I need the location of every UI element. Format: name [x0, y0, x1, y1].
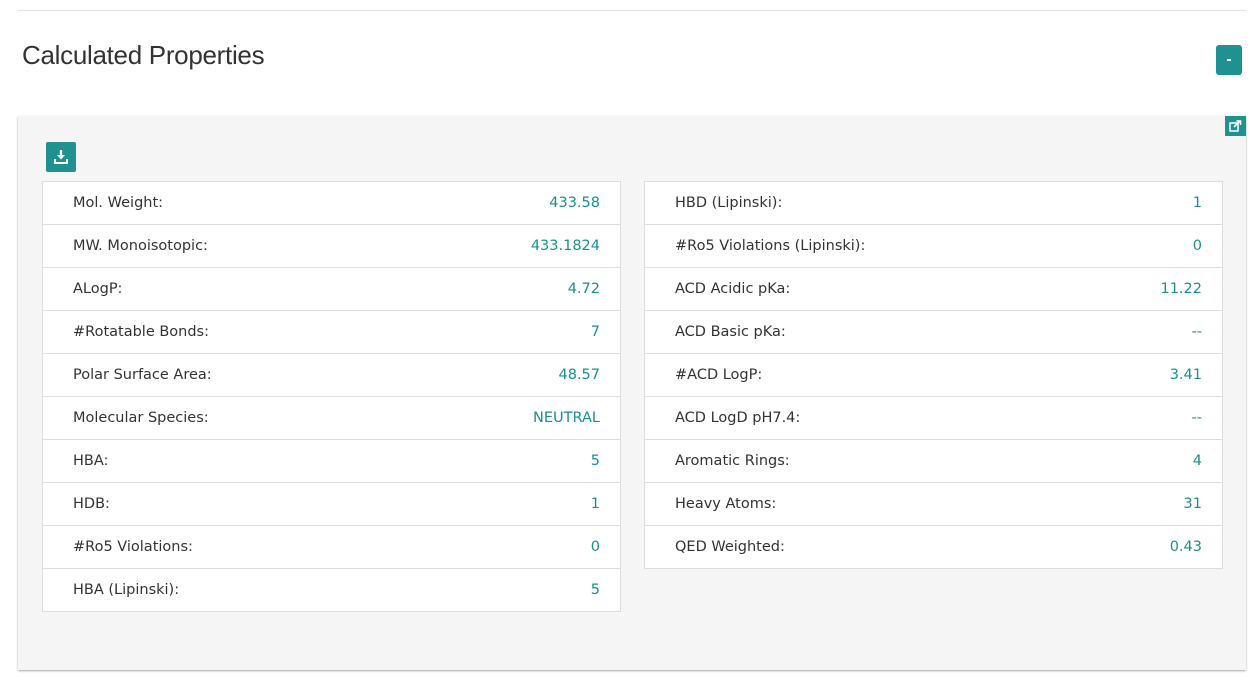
- property-label: HDB:: [73, 496, 110, 512]
- table-row: #Ro5 Violations: 0: [43, 525, 620, 568]
- property-value: 1: [590, 496, 600, 512]
- property-value: 48.57: [558, 367, 600, 383]
- property-label: Aromatic Rings:: [675, 453, 790, 469]
- property-value: 0: [590, 539, 600, 555]
- property-value: 3.41: [1169, 367, 1202, 383]
- download-button[interactable]: [46, 142, 76, 172]
- property-value: 433.58: [549, 195, 600, 211]
- table-row: #Rotatable Bonds: 7: [43, 310, 620, 353]
- property-label: #Ro5 Violations (Lipinski):: [675, 238, 866, 254]
- property-value: 4: [1192, 453, 1202, 469]
- share-icon: [1229, 120, 1242, 132]
- property-label: ACD Acidic pKa:: [675, 281, 791, 297]
- table-row: QED Weighted: 0.43: [645, 525, 1222, 568]
- table-row: Mol. Weight: 433.58: [43, 182, 620, 224]
- top-divider: [18, 10, 1246, 11]
- table-row: HDB: 1: [43, 482, 620, 525]
- property-label: #Rotatable Bonds:: [73, 324, 210, 340]
- property-value: 433.1824: [530, 238, 600, 254]
- table-row: Heavy Atoms: 31: [645, 482, 1222, 525]
- property-label: Mol. Weight:: [73, 195, 164, 211]
- property-label: ACD LogD pH7.4:: [675, 410, 801, 426]
- table-row: ACD Basic pKa: --: [645, 310, 1222, 353]
- table-row: #ACD LogP: 3.41: [645, 353, 1222, 396]
- property-value: 1: [1192, 195, 1202, 211]
- table-row: HBA (Lipinski): 5: [43, 568, 620, 611]
- property-value: 4.72: [567, 281, 600, 297]
- property-label: QED Weighted:: [675, 539, 785, 555]
- table-row: ACD Acidic pKa: 11.22: [645, 267, 1222, 310]
- property-value: 31: [1183, 496, 1202, 512]
- property-value: --: [1191, 324, 1202, 340]
- table-row: Aromatic Rings: 4: [645, 439, 1222, 482]
- left-properties-table: Mol. Weight: 433.58 MW. Monoisotopic: 43…: [42, 181, 621, 612]
- table-row: HBA: 5: [43, 439, 620, 482]
- collapse-button[interactable]: -: [1216, 45, 1242, 75]
- download-icon: [54, 150, 68, 164]
- property-value: 11.22: [1160, 281, 1202, 297]
- share-button[interactable]: [1225, 116, 1246, 136]
- table-row: Molecular Species: NEUTRAL: [43, 396, 620, 439]
- table-row: ALogP: 4.72: [43, 267, 620, 310]
- properties-panel: Mol. Weight: 433.58 MW. Monoisotopic: 43…: [18, 116, 1246, 670]
- section-title: Calculated Properties: [22, 40, 265, 70]
- property-value: 5: [590, 453, 600, 469]
- property-value: 0: [1192, 238, 1202, 254]
- property-label: #Ro5 Violations:: [73, 539, 193, 555]
- property-label: MW. Monoisotopic:: [73, 238, 208, 254]
- property-value: 5: [590, 582, 600, 598]
- property-label: HBA:: [73, 453, 109, 469]
- table-row: HBD (Lipinski): 1: [645, 182, 1222, 224]
- property-label: Heavy Atoms:: [675, 496, 777, 512]
- property-value: 7: [590, 324, 600, 340]
- property-label: #ACD LogP:: [675, 367, 763, 383]
- property-label: Polar Surface Area:: [73, 367, 212, 383]
- property-value: NEUTRAL: [533, 410, 600, 426]
- table-row: MW. Monoisotopic: 433.1824: [43, 224, 620, 267]
- property-label: Molecular Species:: [73, 410, 209, 426]
- table-row: Polar Surface Area: 48.57: [43, 353, 620, 396]
- right-properties-table: HBD (Lipinski): 1 #Ro5 Violations (Lipin…: [644, 181, 1223, 569]
- table-row: #Ro5 Violations (Lipinski): 0: [645, 224, 1222, 267]
- property-value: 0.43: [1169, 539, 1202, 555]
- property-label: ALogP:: [73, 281, 123, 297]
- property-label: HBA (Lipinski):: [73, 582, 180, 598]
- property-label: ACD Basic pKa:: [675, 324, 786, 340]
- property-label: HBD (Lipinski):: [675, 195, 783, 211]
- property-value: --: [1191, 410, 1202, 426]
- table-row: ACD LogD pH7.4: --: [645, 396, 1222, 439]
